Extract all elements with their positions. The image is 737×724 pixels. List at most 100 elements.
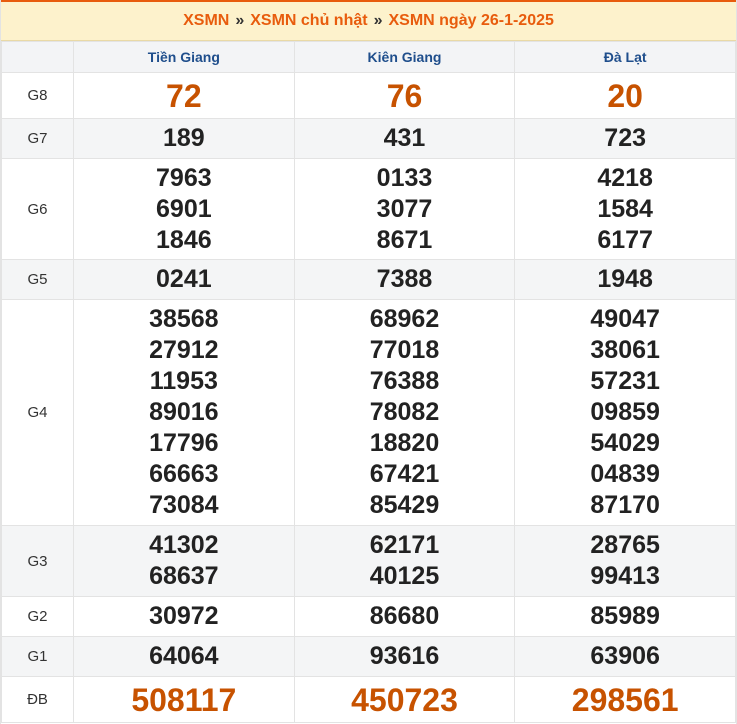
prize-number: 17796 — [149, 429, 219, 457]
prize-cell: 7963 6901 1846 — [73, 158, 295, 260]
prize-number: 7963 — [156, 163, 212, 192]
prize-number: 73084 — [149, 491, 219, 519]
breadcrumb-day-link[interactable]: XSMN chủ nhật — [250, 12, 367, 30]
prize-cell: 86680 — [293, 596, 516, 637]
prize-cell: 72 — [73, 72, 295, 119]
prize-number: 66663 — [149, 460, 219, 488]
prize-number: 508117 — [131, 681, 237, 718]
prize-cell: 41302 68637 — [73, 525, 295, 597]
prize-number: 49047 — [590, 305, 660, 333]
prize-cell: 298561 — [514, 676, 736, 723]
prize-number: 3077 — [376, 194, 433, 223]
prize-number: 67421 — [369, 460, 440, 488]
prize-label: G5 — [1, 259, 74, 300]
breadcrumb-xsmn-link[interactable]: XSMN — [183, 12, 229, 30]
prize-number: 8671 — [376, 225, 433, 254]
prize-number: 78082 — [369, 398, 440, 426]
prize-cell: 38568 27912 11953 89016 17796 66663 73084 — [73, 299, 295, 526]
prize-number: 1948 — [597, 265, 653, 293]
results-widget: XSMN » XSMN chủ nhật » XSMN ngày 26-1-20… — [0, 0, 737, 724]
prize-cell: 1948 — [514, 259, 736, 300]
breadcrumb-separator: » — [373, 12, 383, 29]
prize-label: G1 — [1, 636, 74, 677]
prize-number: 09859 — [590, 398, 660, 426]
prize-number: 28765 — [590, 531, 660, 559]
prize-number: 11953 — [149, 367, 218, 395]
prize-cell: 64064 — [73, 636, 295, 677]
province-header[interactable]: Kiên Giang — [293, 41, 516, 73]
prize-row: G3 41302 68637 62171 40125 28765 99413 — [1, 525, 736, 597]
prize-number: 30972 — [149, 602, 219, 630]
prize-number: 41302 — [149, 531, 219, 559]
prize-label: G3 — [1, 525, 74, 597]
prize-cell: 93616 — [293, 636, 516, 677]
prize-row: G2 30972 86680 85989 — [1, 596, 736, 637]
prize-number: 6177 — [597, 225, 653, 254]
prize-cell: 28765 99413 — [514, 525, 736, 597]
prize-number: 62171 — [369, 531, 440, 559]
prize-number: 76388 — [369, 367, 440, 395]
prize-number: 4218 — [597, 163, 653, 192]
prize-number: 63906 — [590, 642, 660, 670]
prize-number: 85989 — [590, 602, 660, 630]
prize-number: 0241 — [156, 265, 212, 293]
prize-number: 20 — [607, 77, 643, 114]
province-header[interactable]: Tiền Giang — [73, 41, 295, 73]
prize-number: 87170 — [590, 491, 660, 519]
prize-label: G4 — [1, 299, 74, 526]
prize-number: 04839 — [590, 460, 660, 488]
prize-cell: 450723 — [293, 676, 516, 723]
prize-number: 86680 — [369, 602, 440, 630]
breadcrumb: XSMN » XSMN chủ nhật » XSMN ngày 26-1-20… — [1, 0, 736, 41]
breadcrumb-current-link[interactable]: XSMN ngày 26-1-2025 — [388, 12, 553, 30]
prize-cell: 63906 — [514, 636, 736, 677]
province-header[interactable]: Đà Lạt — [514, 41, 736, 73]
prize-label: G6 — [1, 158, 74, 260]
prize-cell: 49047 38061 57231 09859 54029 04839 87170 — [514, 299, 736, 526]
prize-number: 38061 — [590, 336, 660, 364]
header-corner — [1, 41, 74, 73]
prize-number: 7388 — [376, 265, 433, 293]
prize-number: 72 — [166, 77, 202, 114]
prize-cell: 4218 1584 6177 — [514, 158, 736, 260]
prize-row: ĐB 508117 450723 298561 — [1, 676, 736, 723]
prize-cell: 0241 — [73, 259, 295, 300]
prize-number: 93616 — [369, 642, 440, 670]
prize-label: G8 — [1, 72, 74, 119]
prize-cell: 76 — [293, 72, 516, 119]
prize-row: G5 0241 7388 1948 — [1, 259, 736, 300]
prize-cell: 20 — [514, 72, 736, 119]
prize-number: 64064 — [149, 642, 219, 670]
prize-number: 40125 — [369, 562, 440, 590]
prize-row: G6 7963 6901 1846 0133 3077 8671 4218 1584 6177 — [1, 158, 736, 260]
prize-number: 431 — [383, 124, 426, 152]
prize-number: 76 — [386, 77, 423, 114]
prize-number: 1584 — [597, 194, 653, 223]
prize-number: 68637 — [149, 562, 219, 590]
province-header-row: Tiền Giang Kiên Giang Đà Lạt — [1, 41, 736, 73]
prize-cell: 0133 3077 8671 — [293, 158, 516, 260]
prize-label: ĐB — [1, 676, 74, 723]
results-table: Tiền Giang Kiên Giang Đà Lạt G8 72 76 20 G7 1… — [1, 41, 736, 723]
prize-number: 99413 — [590, 562, 660, 590]
prize-cell: 431 — [293, 118, 516, 159]
breadcrumb-separator: » — [235, 12, 245, 29]
prize-rows: G8 72 76 20 G7 189 431 723 G6 7963 6901 1846 0133 307… — [1, 72, 736, 723]
prize-number: 57231 — [590, 367, 660, 395]
prize-row: G8 72 76 20 — [1, 72, 736, 119]
prize-cell: 85989 — [514, 596, 736, 637]
prize-number: 77018 — [369, 336, 440, 364]
prize-number: 189 — [162, 124, 205, 152]
prize-cell: 68962 77018 76388 78082 18820 67421 85429 — [293, 299, 516, 526]
prize-label: G7 — [1, 118, 74, 159]
prize-cell: 62171 40125 — [293, 525, 516, 597]
prize-label: G2 — [1, 596, 74, 637]
prize-number: 298561 — [571, 681, 679, 718]
prize-number: 1846 — [156, 225, 212, 254]
prize-cell: 189 — [73, 118, 295, 159]
prize-cell: 7388 — [293, 259, 516, 300]
prize-number: 89016 — [149, 398, 219, 426]
prize-number: 38568 — [149, 305, 219, 333]
prize-number: 68962 — [369, 305, 440, 333]
prize-number: 85429 — [369, 491, 440, 519]
